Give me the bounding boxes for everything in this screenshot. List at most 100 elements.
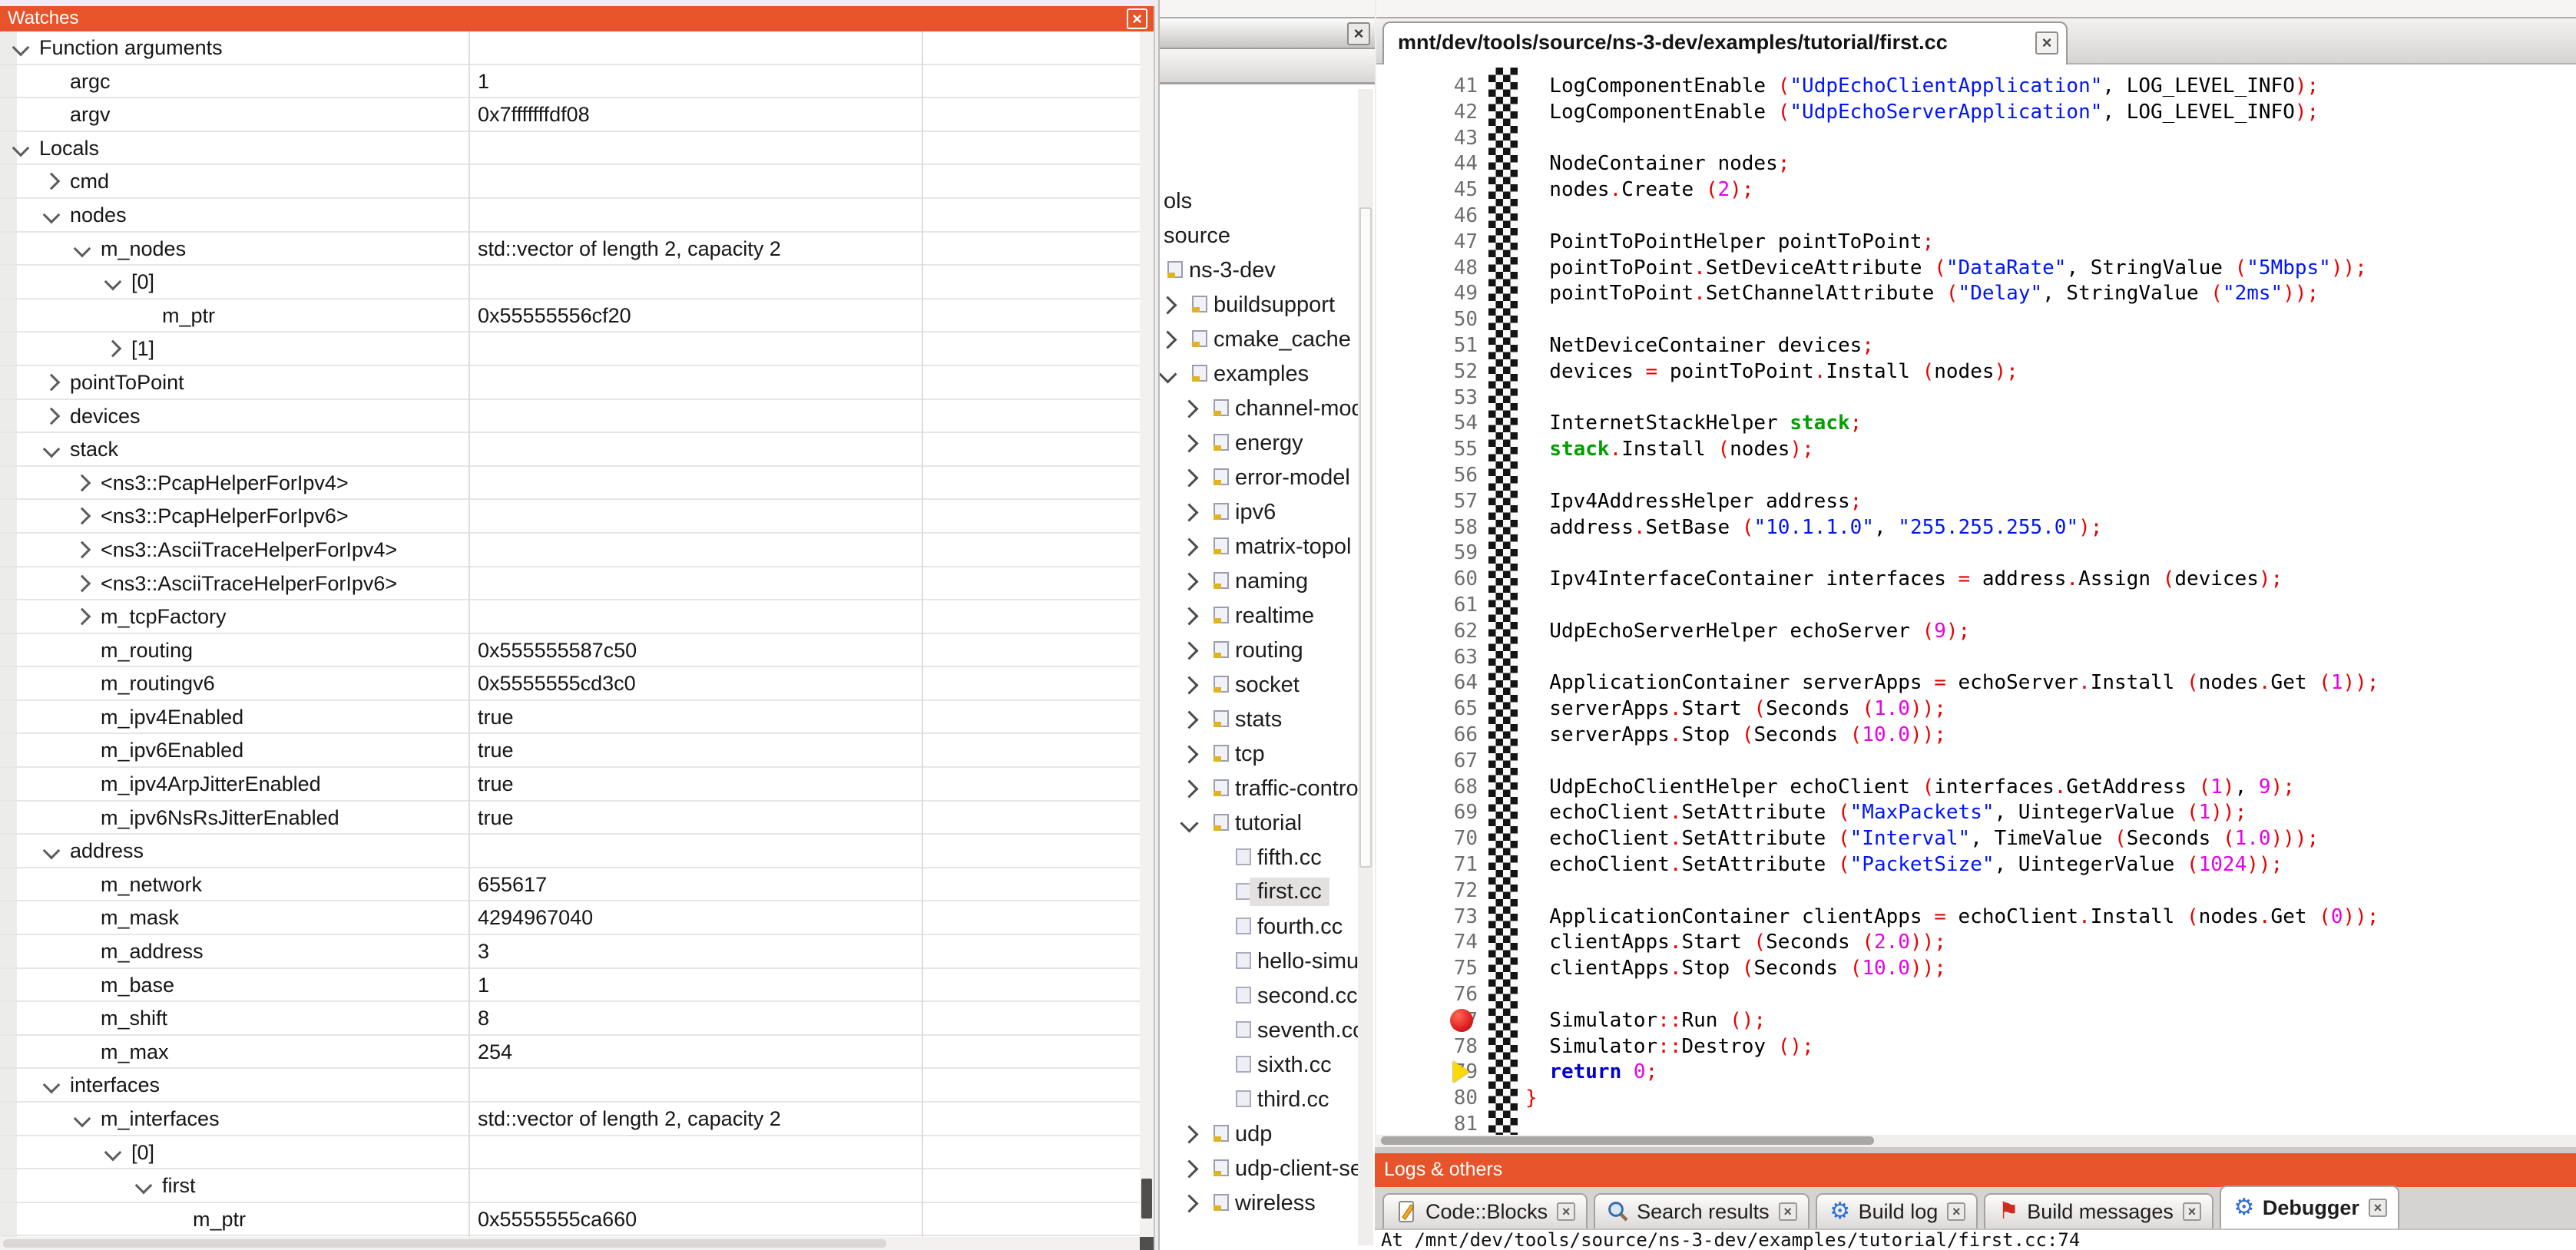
tree-item[interactable]: ols <box>1160 184 1358 219</box>
tree-item[interactable]: first.cc <box>1160 875 1358 910</box>
watch-row[interactable]: Function arguments <box>0 31 1140 65</box>
tree-vertical-scrollbar[interactable] <box>1358 89 1373 1245</box>
tab-search-results[interactable]: Search results× <box>1594 1193 1809 1229</box>
expand-icon[interactable] <box>1180 641 1198 660</box>
watch-row[interactable]: m_shift8 <box>0 1002 1140 1036</box>
expand-icon[interactable] <box>1180 1159 1198 1178</box>
expand-icon[interactable] <box>1180 745 1198 763</box>
watch-row[interactable]: interfaces <box>0 1069 1140 1103</box>
collapse-icon[interactable] <box>43 842 61 860</box>
collapse-icon[interactable] <box>74 1110 91 1128</box>
tree-item[interactable]: seventh.cc <box>1160 1014 1358 1048</box>
tree-item[interactable]: energy <box>1160 426 1358 461</box>
tree-item-label[interactable]: socket <box>1235 673 1300 698</box>
tab-build-log[interactable]: ⚙Build log× <box>1816 1193 1978 1229</box>
tree-item-label[interactable]: fifth.cc <box>1257 845 1322 871</box>
expand-icon[interactable] <box>43 173 61 190</box>
tree-item[interactable]: wireless <box>1160 1186 1358 1221</box>
tree-item-label[interactable]: tutorial <box>1235 811 1302 836</box>
expand-icon[interactable] <box>1180 710 1198 729</box>
watch-row[interactable]: [1] <box>0 332 1140 366</box>
close-icon[interactable]: × <box>2183 1202 2201 1221</box>
logs-title-bar[interactable]: Logs & others <box>1375 1153 2576 1187</box>
collapse-icon[interactable] <box>104 1143 122 1161</box>
watches-column-divider[interactable] <box>469 31 470 1237</box>
watch-row[interactable]: m_routingv60x5555555cd3c0 <box>0 667 1140 701</box>
scrollbar-thumb[interactable] <box>1359 207 1372 868</box>
expand-icon[interactable] <box>74 574 91 592</box>
watch-row[interactable]: first <box>0 1169 1140 1203</box>
tree-item-label[interactable]: third.cc <box>1257 1087 1329 1113</box>
collapse-icon[interactable] <box>43 1076 61 1094</box>
expand-icon[interactable] <box>43 407 61 425</box>
tree-item-label[interactable]: tcp <box>1235 742 1265 767</box>
watches-vertical-scrollbar[interactable] <box>1140 31 1154 1237</box>
expand-icon[interactable] <box>1160 330 1177 349</box>
expand-icon[interactable] <box>1180 572 1198 590</box>
collapse-icon[interactable] <box>12 39 30 57</box>
tree-item[interactable]: fifth.cc <box>1160 841 1358 875</box>
tree-item[interactable]: cmake_cache <box>1160 322 1358 357</box>
close-icon[interactable]: × <box>1947 1202 1965 1221</box>
tree-item-label[interactable]: error-model <box>1235 465 1350 491</box>
tab-build-messages[interactable]: ⚑Build messages× <box>1984 1193 2213 1229</box>
tree-item-label[interactable]: examples <box>1214 362 1309 387</box>
watch-row[interactable]: m_ipv4Enabledtrue <box>0 701 1140 735</box>
collapse-icon[interactable] <box>74 240 91 257</box>
watch-row[interactable]: address <box>0 835 1140 868</box>
close-icon[interactable]: × <box>1557 1202 1575 1221</box>
watch-row[interactable]: m_ipv4ArpJitterEnabledtrue <box>0 768 1140 802</box>
watch-row[interactable]: m_nodesstd::vector of length 2, capacity… <box>0 233 1140 266</box>
watch-row[interactable]: m_ptr0x55555556cf20 <box>0 299 1140 333</box>
tree-item-label[interactable]: wireless <box>1235 1191 1316 1216</box>
tree-item-label[interactable]: fourth.cc <box>1257 914 1343 940</box>
tree-item-label[interactable]: hello-simul <box>1257 949 1358 974</box>
tree-item-label[interactable]: first.cc <box>1250 878 1329 906</box>
tree-item-label[interactable]: cmake_cache <box>1214 327 1351 352</box>
close-icon[interactable]: × <box>2035 31 2058 55</box>
expand-icon[interactable] <box>1180 468 1198 487</box>
expand-icon[interactable] <box>1180 434 1198 452</box>
watch-row[interactable]: nodes <box>0 199 1140 233</box>
expand-icon[interactable] <box>74 608 91 626</box>
watch-row[interactable]: m_mask4294967040 <box>0 901 1140 935</box>
watches-horizontal-scrollbar[interactable] <box>0 1237 1140 1250</box>
tree-item-label[interactable]: ns-3-dev <box>1189 258 1276 283</box>
tree-item-label[interactable]: matrix-topol <box>1235 534 1352 560</box>
watches-title-bar[interactable]: Watches × <box>0 6 1154 31</box>
collapse-icon[interactable] <box>104 273 122 291</box>
tree-item[interactable]: ipv6 <box>1160 495 1358 530</box>
tree-item[interactable]: fourth.cc <box>1160 910 1358 944</box>
watch-row[interactable]: m_address3 <box>0 935 1140 969</box>
close-icon[interactable]: × <box>1127 8 1147 29</box>
tree-item-label[interactable]: seventh.cc <box>1257 1018 1358 1043</box>
tree-item[interactable]: stats <box>1160 703 1358 737</box>
watch-row[interactable]: pointToPoint <box>0 366 1140 400</box>
tree-item[interactable]: matrix-topol <box>1160 530 1358 564</box>
tree-panel-title-bar[interactable]: × <box>1160 17 1375 49</box>
editor-tab-first-cc[interactable]: mnt/dev/tools/source/ns-3-dev/examples/t… <box>1382 21 2068 64</box>
watch-row[interactable]: m_ipv6Enabledtrue <box>0 734 1140 768</box>
editor-horizontal-scrollbar[interactable] <box>1376 1135 2576 1147</box>
tree-item-label[interactable]: sixth.cc <box>1257 1053 1332 1078</box>
tree-item[interactable]: traffic-contro <box>1160 772 1358 806</box>
tree-item-label[interactable]: buildsupport <box>1214 293 1335 318</box>
expand-icon[interactable] <box>1180 537 1198 556</box>
watch-row[interactable]: m_base1 <box>0 969 1140 1003</box>
collapse-icon[interactable] <box>12 139 30 157</box>
watch-row[interactable]: Locals <box>0 132 1140 166</box>
expand-icon[interactable] <box>1180 1125 1198 1143</box>
tree-item-label[interactable]: energy <box>1235 431 1303 456</box>
watch-row[interactable]: argc1 <box>0 65 1140 99</box>
expand-icon[interactable] <box>1180 399 1198 418</box>
expand-icon[interactable] <box>1180 607 1198 625</box>
tree-item-label[interactable]: traffic-contro <box>1235 776 1358 802</box>
collapse-icon[interactable] <box>1160 365 1177 383</box>
tree-item-label[interactable]: ipv6 <box>1235 500 1276 525</box>
close-icon[interactable]: × <box>2369 1199 2387 1217</box>
tree-item[interactable]: channel-mod <box>1160 392 1358 426</box>
tree-item-label[interactable]: channel-mod <box>1235 396 1358 422</box>
tree-item[interactable]: udp <box>1160 1117 1358 1152</box>
watch-row[interactable]: [0] <box>0 1136 1140 1170</box>
tab-code-blocks[interactable]: Code::Blocks× <box>1382 1193 1588 1229</box>
